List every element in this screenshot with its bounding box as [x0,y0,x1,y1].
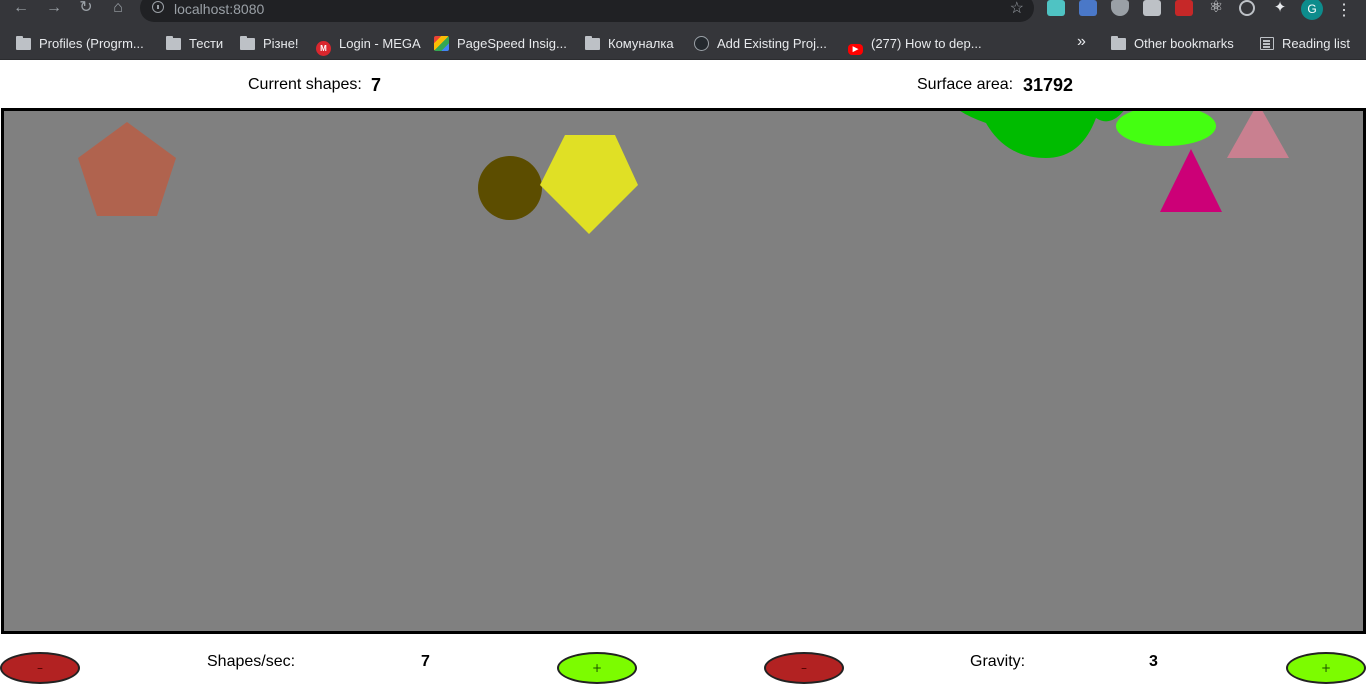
shape-pentagon[interactable] [540,135,638,234]
address-url: localhost:8080 [174,1,265,17]
shapes-canvas[interactable] [1,108,1366,634]
youtube-icon: ▶ [848,44,863,55]
bookmarks-bar: Profiles (Progrm... Тести Різне! M Login … [0,28,1366,60]
shapes-per-sec-label: Shapes/sec: [207,653,296,670]
bookmark-label: Login - MEGA [339,36,421,51]
pagespeed-icon [434,36,449,51]
decrease-shapes-button[interactable]: – [0,652,80,684]
increase-gravity-button[interactable]: + [1286,652,1366,684]
react-extension-icon[interactable]: ⚛ [1207,0,1225,16]
forward-arrow-icon[interactable]: → [43,0,65,18]
reading-list-label: Reading list [1282,36,1350,51]
other-bookmarks-label: Other bookmarks [1134,36,1234,51]
bookmark-item[interactable]: Add Existing Proj... [694,34,827,54]
github-icon [694,36,709,51]
bulb-extension-icon[interactable] [1143,0,1161,16]
browser-menu-icon[interactable]: ⋮ [1336,0,1352,20]
current-shapes-value: 7 [371,75,382,95]
wand-extension-icon[interactable] [1175,0,1193,16]
more-bookmarks-chevron-icon[interactable]: » [1077,33,1086,51]
folder-icon [1111,36,1126,50]
bookmark-label: Тести [189,36,224,51]
save-extension-icon[interactable] [1047,0,1065,16]
bookmark-label: Різне! [263,36,299,51]
bookmark-label: Комуналка [608,36,674,51]
folder-icon [166,36,181,50]
bookmark-item[interactable]: M Login - MEGA [316,34,421,56]
shape-triangle[interactable] [1227,108,1289,158]
home-icon[interactable]: ⌂ [107,0,129,18]
gravity-label: Gravity: [970,653,1026,670]
star-icon[interactable]: ☆ [1010,0,1024,18]
bookmark-label: Profiles (Progrm... [39,36,144,51]
reading-list-icon [1260,37,1274,50]
reading-list[interactable]: Reading list [1260,34,1350,54]
bookmark-item[interactable]: Profiles (Progrm... [16,34,144,54]
target-extension-icon[interactable] [1239,0,1255,16]
bookmark-item[interactable]: Комуналка [585,34,674,54]
shapes-svg[interactable] [1,108,1366,634]
puzzle-extensions-icon[interactable]: ✦ [1271,0,1289,16]
surface-area-label: Surface area: [917,76,1014,93]
current-shapes-label: Current shapes: [248,76,362,93]
other-bookmarks[interactable]: Other bookmarks [1111,34,1234,54]
shape-blob[interactable] [956,108,1126,158]
shapes-per-sec-value: 7 [421,653,430,670]
increase-shapes-button[interactable]: + [557,652,637,684]
folder-icon [240,36,255,50]
browser-toolbar: ← → ↻ ⌂ localhost:8080 ☆ ⚛ ✦ G ⋮ [0,0,1366,28]
shape-triangle[interactable] [1160,149,1222,212]
mega-icon: M [316,41,331,56]
bookmark-item[interactable]: Різне! [240,34,299,54]
profile-avatar[interactable]: G [1301,0,1323,20]
shape-ellipse[interactable] [1116,108,1216,146]
shape-pentagon[interactable] [78,122,176,216]
decrease-gravity-button[interactable]: – [764,652,844,684]
bookmark-label: Add Existing Proj... [717,36,827,51]
back-arrow-icon[interactable]: ← [10,0,32,18]
site-info-icon[interactable] [152,1,164,13]
bookmark-label: PageSpeed Insig... [457,36,567,51]
translate-extension-icon[interactable] [1079,0,1097,16]
folder-icon [16,36,31,50]
folder-icon [585,36,600,50]
shape-circle[interactable] [478,156,542,220]
bookmark-item[interactable]: PageSpeed Insig... [434,34,567,54]
address-bar[interactable]: localhost:8080 ☆ [140,0,1034,22]
gravity-value: 3 [1149,653,1158,670]
shield-extension-icon[interactable] [1111,0,1129,16]
bookmark-item[interactable]: Тести [166,34,223,54]
bookmark-item[interactable]: ▶ (277) How to dep... [848,34,982,55]
bookmark-label: (277) How to dep... [871,36,982,51]
reload-icon[interactable]: ↻ [75,0,97,18]
surface-area-value: 31792 [1023,75,1074,95]
